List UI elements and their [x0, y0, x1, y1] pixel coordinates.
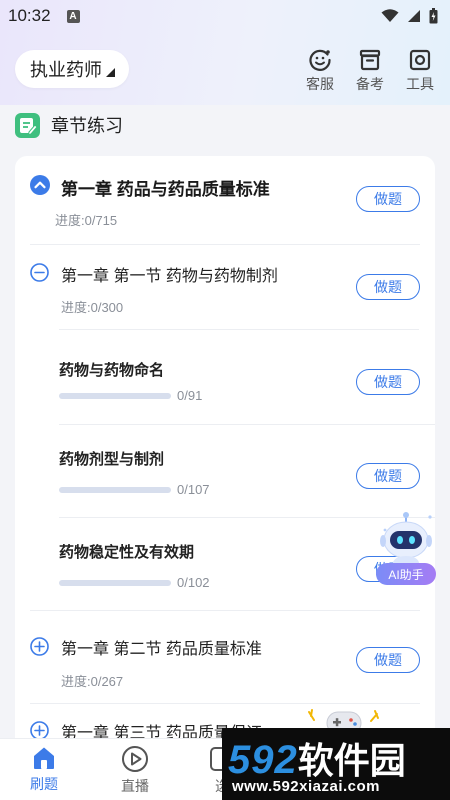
section-row-2[interactable]: 第一章 第二节 药品质量标准 进度:0/267 做题 [15, 611, 435, 703]
wifi-icon [381, 9, 399, 22]
knowledge-point-row-3[interactable]: 药物稳定性及有效期 0/102 做题 [15, 518, 435, 610]
chapter-practice-button[interactable]: 做题 [356, 186, 420, 212]
tab-live[interactable]: 直播 [105, 745, 165, 796]
robot-icon [380, 512, 432, 570]
battery-icon [429, 8, 438, 24]
watermark-brand-number: 592 [228, 738, 298, 782]
point-progress-bar-2 [59, 487, 171, 493]
point-title-3: 药物稳定性及有效期 [59, 544, 195, 561]
chapter-row[interactable]: 第一章 药品与药品质量标准 进度:0/715 做题 [15, 156, 435, 244]
collapse-chevron-icon[interactable] [30, 175, 50, 195]
tab-live-label: 直播 [121, 778, 149, 794]
tools-label: 工具 [406, 76, 434, 92]
point-count-2: 0/107 [177, 482, 210, 497]
point-practice-button-2[interactable]: 做题 [356, 463, 420, 489]
header: 执业药师 客服 备考 工具 [0, 48, 450, 98]
site-watermark: 592软件园 www.592xiazai.com [222, 728, 450, 800]
section-title-2: 第一章 第二节 药品质量标准 [61, 641, 262, 658]
exam-prep-label: 备考 [356, 76, 384, 92]
tools-button[interactable]: 工具 [404, 48, 436, 94]
status-notification-icon: A [66, 9, 80, 23]
knowledge-point-row-2[interactable]: 药物剂型与制剂 0/107 做题 [15, 425, 435, 517]
watermark-brand-name: 软件园 [297, 740, 406, 781]
section-progress-2: 进度:0/267 [61, 674, 124, 689]
tab-practice-label: 刷题 [30, 776, 58, 792]
watermark-brand: 592软件园 [228, 732, 406, 784]
home-icon [34, 747, 54, 769]
section-progress-1: 进度:0/300 [61, 300, 124, 315]
ai-assistant-label: AI助手 [376, 563, 436, 585]
status-bar: 10:32 A [0, 0, 450, 32]
customer-service-button[interactable]: 客服 [304, 48, 336, 94]
point-title-1: 药物与药物命名 [59, 362, 165, 379]
job-select-dropdown[interactable]: 执业药师 [15, 50, 129, 88]
section-practice-button-1[interactable]: 做题 [356, 274, 420, 300]
point-progress-bar-1 [59, 393, 171, 399]
play-circle-icon [122, 746, 148, 772]
minus-circle-icon[interactable] [30, 263, 49, 282]
section-title: 章节练习 [51, 116, 123, 136]
point-practice-button-1[interactable]: 做题 [356, 369, 420, 395]
exam-prep-button[interactable]: 备考 [354, 48, 386, 94]
customer-service-icon [309, 49, 331, 71]
watermark-url: www.592xiazai.com [232, 778, 381, 795]
chapter-list-card: 第一章 药品与药品质量标准 进度:0/715 做题 第一章 第一节 药物与药物制… [15, 156, 435, 756]
tab-practice[interactable]: 刷题 [14, 745, 74, 794]
chapter-title: 第一章 药品与药品质量标准 [61, 180, 270, 199]
status-time: 10:32 [8, 6, 51, 25]
point-count-3: 0/102 [177, 575, 210, 590]
point-title-2: 药物剂型与制剂 [59, 451, 165, 468]
chapter-practice-icon [15, 112, 40, 138]
tools-square-icon [409, 49, 431, 71]
caret-down-icon [106, 67, 115, 77]
archive-box-icon [359, 49, 381, 71]
knowledge-point-row-1[interactable]: 药物与药物命名 0/91 做题 [15, 330, 435, 424]
cellular-icon [408, 10, 420, 22]
section-header: 章节练习 [15, 112, 123, 138]
section-row-1[interactable]: 第一章 第一节 药物与药物制剂 进度:0/300 做题 [15, 245, 435, 329]
section-title-1: 第一章 第一节 药物与药物制剂 [61, 268, 278, 285]
point-progress-bar-3 [59, 580, 171, 586]
job-select-label: 执业药师 [30, 60, 102, 80]
section-practice-button-2[interactable]: 做题 [356, 647, 420, 673]
header-tools: 客服 备考 工具 [304, 48, 436, 94]
status-icons [381, 8, 438, 24]
chapter-progress: 进度:0/715 [55, 213, 118, 228]
customer-service-label: 客服 [306, 76, 334, 92]
point-count-1: 0/91 [177, 388, 203, 403]
plus-circle-icon[interactable] [30, 637, 49, 656]
ai-assistant-button[interactable]: AI助手 [373, 510, 439, 590]
